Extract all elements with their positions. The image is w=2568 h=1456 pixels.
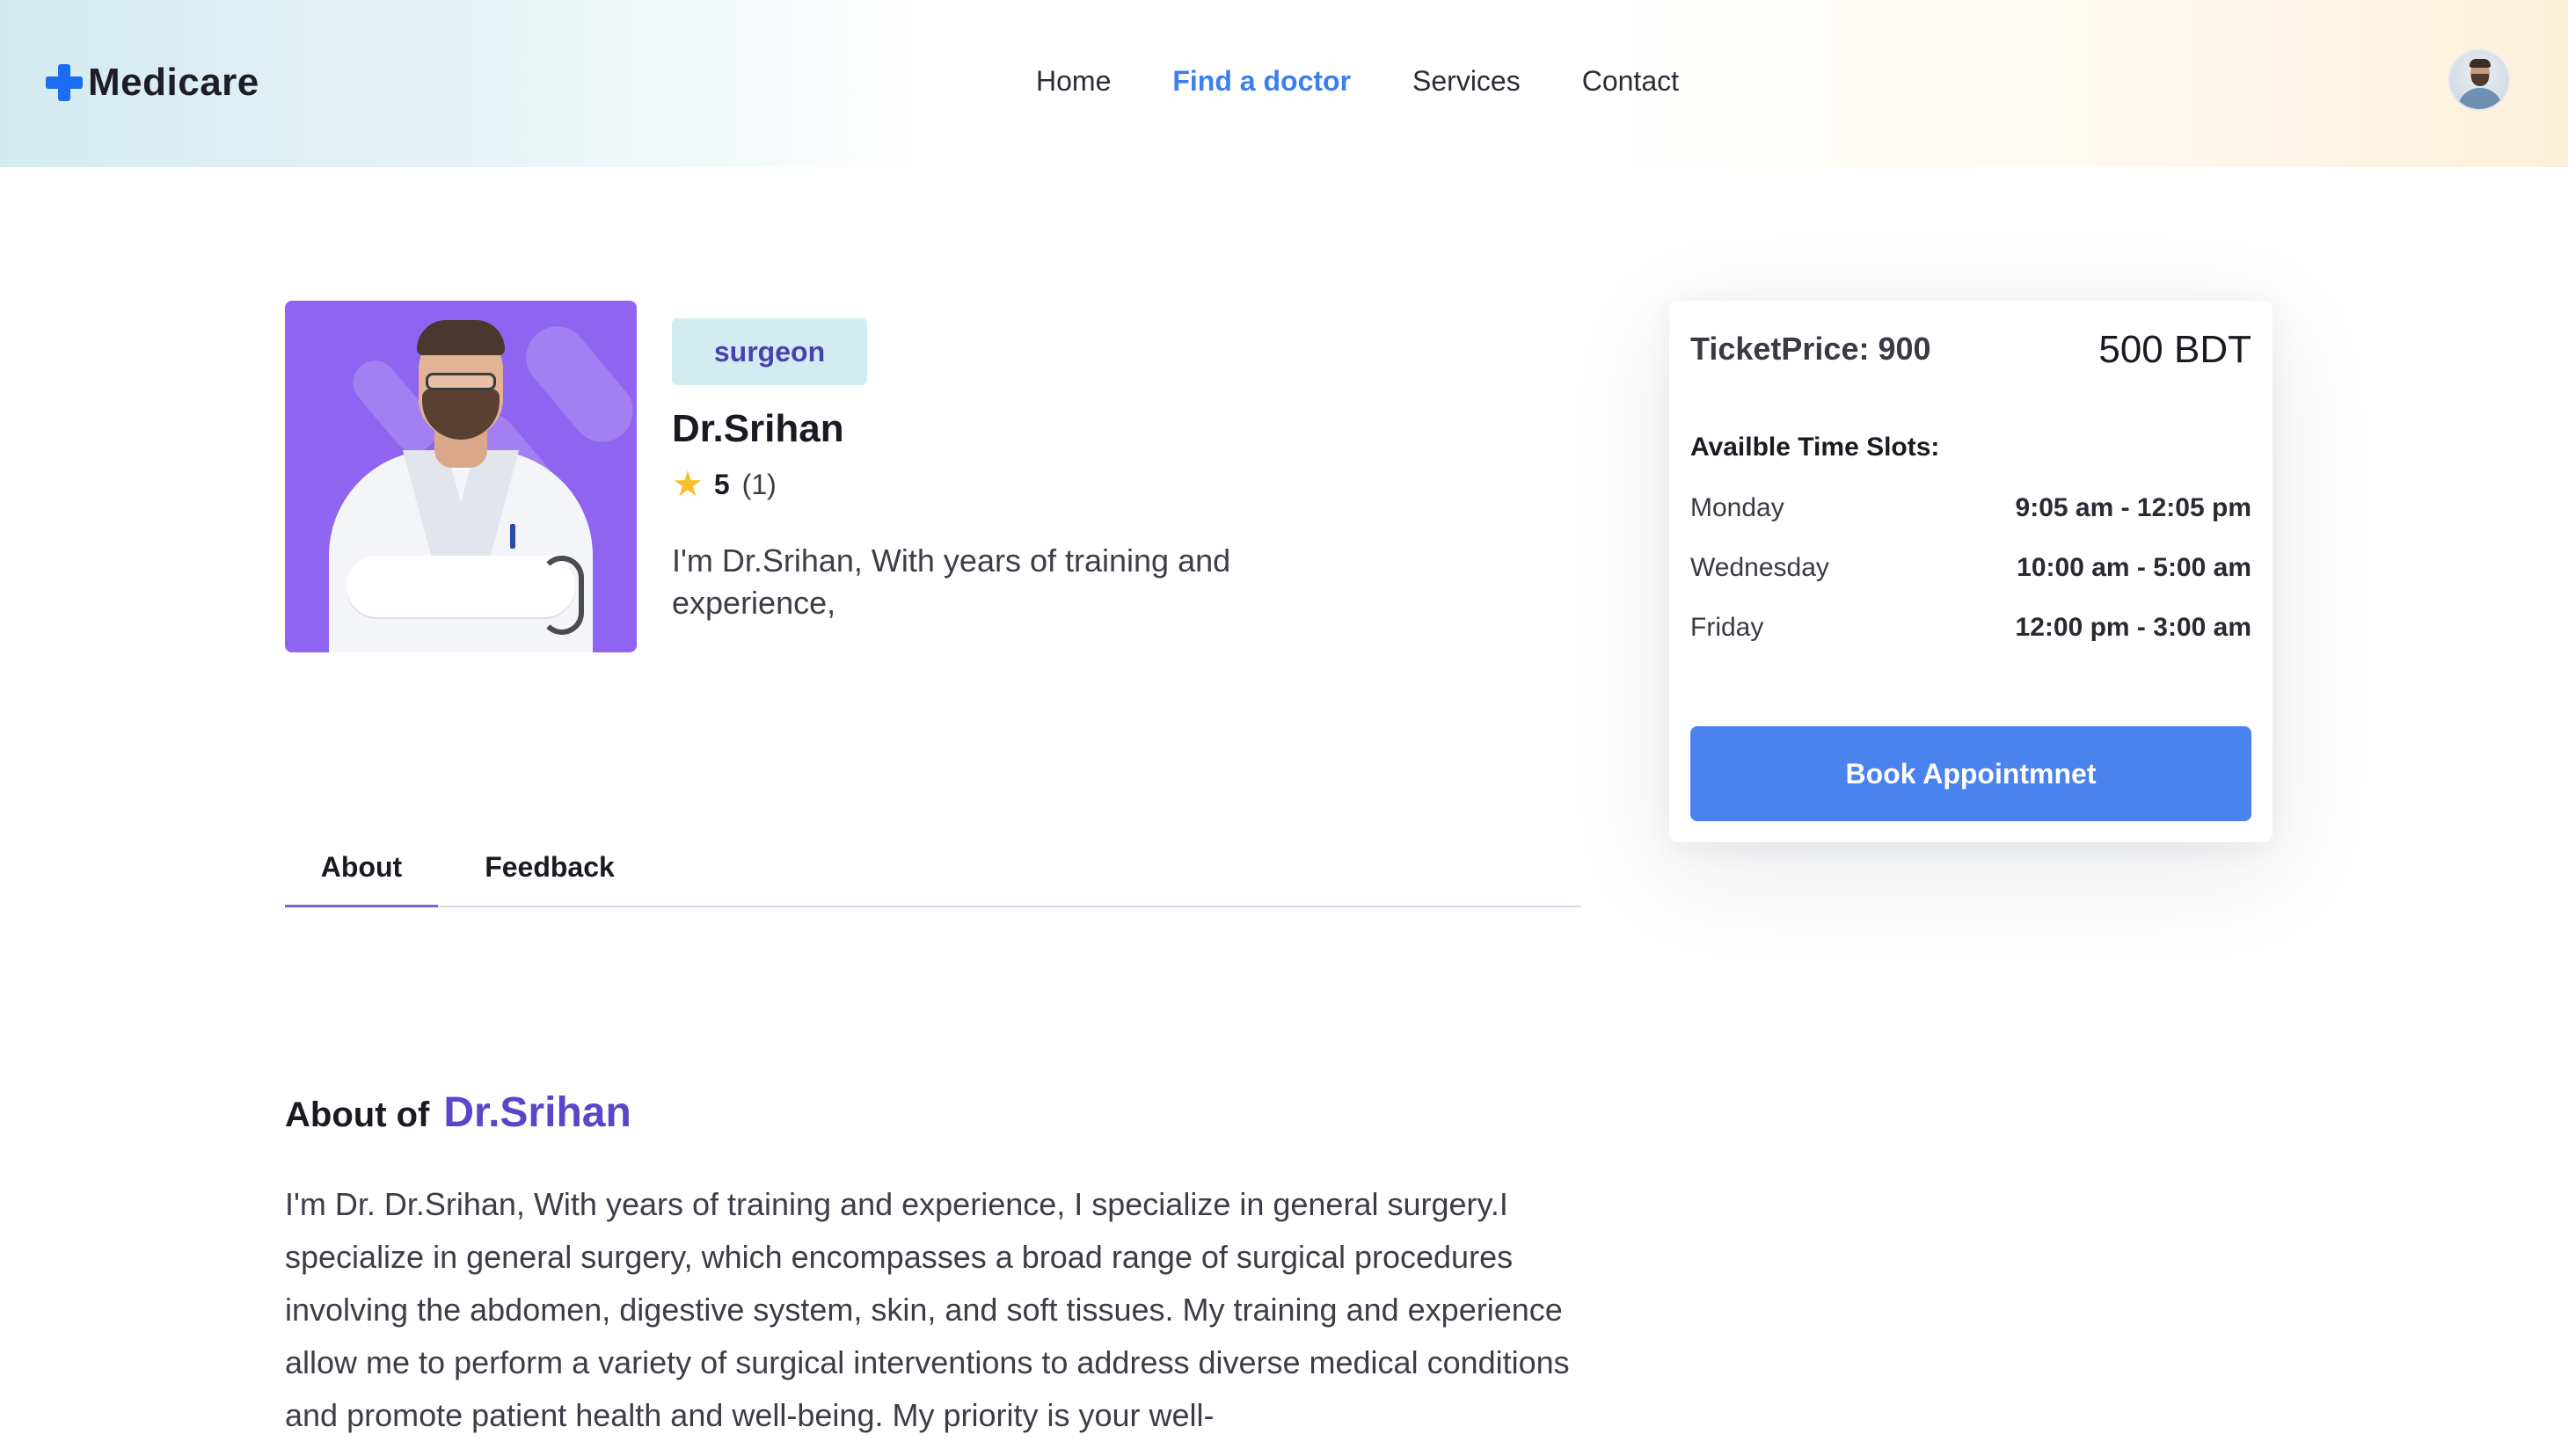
doctor-photo xyxy=(285,301,637,652)
nav-home[interactable]: Home xyxy=(1036,62,1111,100)
user-avatar[interactable] xyxy=(2448,49,2510,111)
slot-time: 10:00 am - 5:00 am xyxy=(2017,553,2251,582)
time-slot-row: Wednesday 10:00 am - 5:00 am xyxy=(1690,549,2251,587)
star-icon: ★ xyxy=(672,465,704,504)
tab-about[interactable]: About xyxy=(285,835,438,907)
booking-card: TicketPrice: 900 500 BDT Availble Time S… xyxy=(1669,301,2273,842)
active-tab-indicator xyxy=(285,905,438,907)
doctor-rating: ★ 5 (1) xyxy=(672,464,777,505)
plus-icon xyxy=(46,64,83,101)
nav-find-a-doctor[interactable]: Find a doctor xyxy=(1172,62,1351,100)
review-count: (1) xyxy=(741,468,777,500)
main-nav: Home Find a doctor Services Contact xyxy=(1036,62,1679,100)
site-header: Medicare Home Find a doctor Services Con… xyxy=(0,0,2568,167)
ticket-price-label: TicketPrice: 900 xyxy=(1690,331,1931,367)
about-heading: About of Dr.Srihan xyxy=(285,1088,631,1145)
slot-day: Friday xyxy=(1690,613,1764,642)
ticket-price-amount: 500 BDT xyxy=(2098,328,2251,371)
rating-value: 5 xyxy=(713,468,730,500)
specialty-badge: surgeon xyxy=(672,318,867,385)
doctor-name: Dr.Srihan xyxy=(672,407,844,450)
slot-time: 12:00 pm - 3:00 am xyxy=(2015,613,2251,642)
brand-name: Medicare xyxy=(88,61,259,104)
tab-feedback[interactable]: Feedback xyxy=(477,835,623,907)
time-slot-row: Monday 9:05 am - 12:05 pm xyxy=(1690,489,2251,528)
about-heading-doctor-name: Dr.Srihan xyxy=(443,1089,631,1136)
brand-logo[interactable]: Medicare xyxy=(46,58,259,107)
about-heading-prefix: About of xyxy=(285,1096,430,1134)
slot-day: Wednesday xyxy=(1690,553,1829,582)
book-appointment-button[interactable]: Book Appointmnet xyxy=(1690,726,2251,821)
time-slots-title: Availble Time Slots: xyxy=(1690,433,1940,462)
nav-services[interactable]: Services xyxy=(1412,62,1521,100)
slot-time: 9:05 am - 12:05 pm xyxy=(2015,493,2251,522)
profile-tabs: About Feedback xyxy=(285,835,1581,907)
about-description: I'm Dr. Dr.Srihan, With years of trainin… xyxy=(285,1186,1570,1433)
slot-day: Monday xyxy=(1690,493,1784,522)
time-slot-row: Friday 12:00 pm - 3:00 am xyxy=(1690,608,2251,647)
nav-contact[interactable]: Contact xyxy=(1582,62,1679,100)
doctor-short-bio: I'm Dr.Srihan, With years of training an… xyxy=(672,542,1231,621)
